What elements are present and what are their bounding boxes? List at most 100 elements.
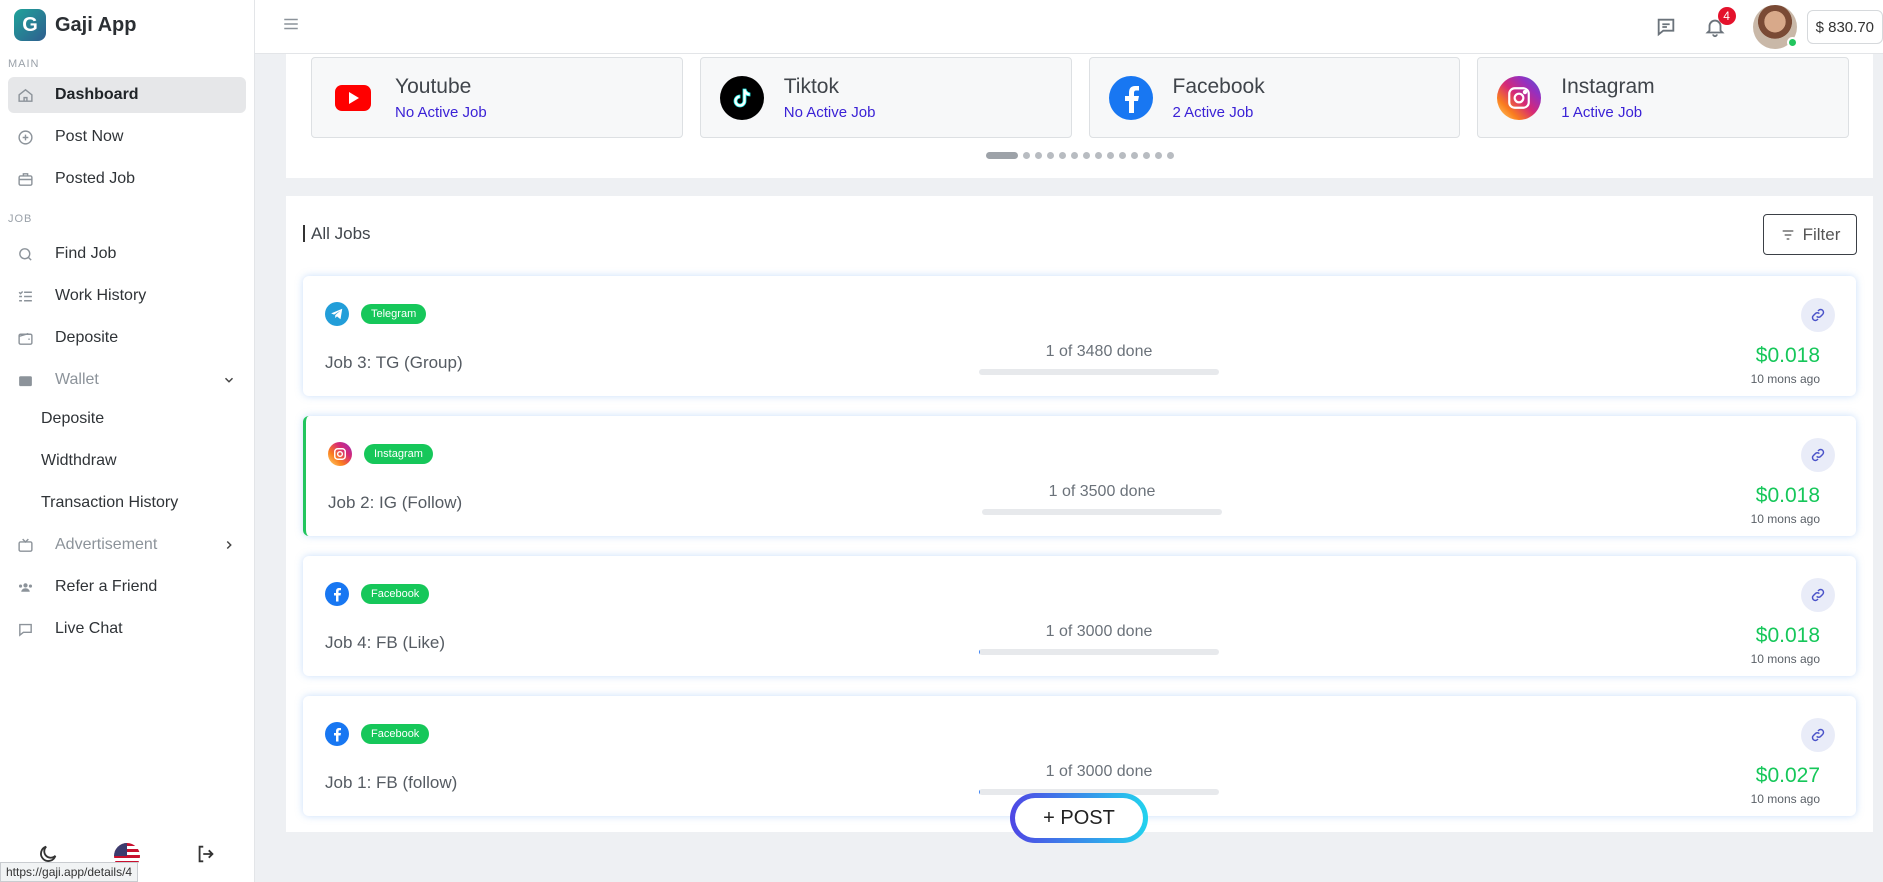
tv-icon — [16, 536, 34, 554]
job-timestamp: 10 mons ago — [1750, 652, 1820, 666]
carousel-dot[interactable] — [1071, 152, 1078, 159]
messages-icon[interactable] — [1655, 16, 1677, 38]
job-card[interactable]: Facebook Job 4: FB (Like) 1 of 3000 done… — [303, 556, 1856, 676]
job-title[interactable]: Job 2: IG (Follow) — [328, 493, 462, 513]
wallet-balance[interactable]: $ 830.70 — [1806, 10, 1883, 44]
job-price: $0.018 — [1755, 624, 1820, 647]
job-progress-text: 1 of 3000 done — [1045, 763, 1153, 780]
app-name: Gaji App — [55, 13, 137, 36]
sidebar-item-deposite[interactable]: Deposite — [8, 320, 246, 356]
sidebar-item-post-now[interactable]: Post Now — [8, 119, 246, 155]
job-card[interactable]: Instagram Job 2: IG (Follow) 1 of 3500 d… — [303, 416, 1856, 536]
carousel-dot[interactable] — [1059, 152, 1066, 159]
filter-label: Filter — [1802, 224, 1841, 244]
sidebar-subitem-deposite[interactable]: Deposite — [8, 401, 246, 437]
carousel-dot[interactable] — [1167, 152, 1174, 159]
telegram-icon — [325, 302, 349, 326]
app-logo-icon: G — [14, 9, 46, 41]
job-progress-bar — [982, 509, 1222, 515]
platform-status: No Active Job — [395, 103, 487, 121]
platform-card-tiktok[interactable]: Tiktok No Active Job — [699, 57, 1072, 138]
filter-button[interactable]: Filter — [1763, 214, 1857, 255]
section-title: All Jobs — [303, 225, 371, 242]
job-card[interactable]: Telegram Job 3: TG (Group) 1 of 3480 don… — [303, 276, 1856, 396]
status-url-tooltip: https://gaji.app/details/4 — [0, 862, 139, 882]
job-link-button[interactable] — [1801, 718, 1835, 752]
sidebar-item-wallet[interactable]: Wallet — [8, 362, 246, 398]
link-icon — [1811, 308, 1825, 322]
platform-card-facebook[interactable]: Facebook 2 Active Job — [1088, 57, 1461, 138]
sidebar-item-find-job[interactable]: Find Job — [8, 236, 246, 272]
job-progress-bar — [979, 369, 1219, 375]
sidebar-item-dashboard[interactable]: Dashboard — [8, 77, 246, 113]
platform-tag: Telegram — [361, 304, 427, 324]
platform-name: Youtube — [395, 74, 472, 98]
sidebar-item-work-history[interactable]: Work History — [8, 278, 246, 314]
carousel-dot[interactable] — [986, 152, 1018, 159]
job-progress-bar — [979, 649, 1219, 655]
sidebar-item-advertisement[interactable]: Advertisement — [8, 527, 246, 563]
carousel-dot[interactable] — [1035, 152, 1042, 159]
carousel-dot[interactable] — [1119, 152, 1126, 159]
instagram-icon — [328, 442, 352, 466]
carousel-dot[interactable] — [1155, 152, 1162, 159]
platform-status: 2 Active Job — [1172, 103, 1254, 121]
carousel-dot[interactable] — [1095, 152, 1102, 159]
sidebar-item-label: Deposite — [55, 329, 119, 346]
notifications-bell-icon[interactable]: 4 — [1704, 7, 1736, 38]
job-progress-text: 1 of 3500 done — [1048, 483, 1156, 500]
job-progress-text: 1 of 3480 done — [1045, 343, 1153, 360]
sidebar-item-label: Dashboard — [55, 86, 139, 103]
job-price: $0.027 — [1755, 764, 1820, 787]
search-icon — [16, 245, 34, 263]
platform-card-youtube[interactable]: Youtube No Active Job — [311, 57, 683, 138]
job-price: $0.018 — [1755, 344, 1820, 367]
carousel-dot[interactable] — [1131, 152, 1138, 159]
carousel-dot[interactable] — [1023, 152, 1030, 159]
filter-icon — [1782, 229, 1793, 240]
platform-tag: Instagram — [364, 444, 433, 464]
platform-name: Instagram — [1561, 74, 1655, 98]
briefcase-icon — [16, 170, 34, 188]
logout-icon[interactable] — [195, 843, 217, 870]
list-check-icon — [16, 287, 34, 305]
chat-icon — [16, 620, 34, 638]
sidebar-item-refer-a-friend[interactable]: Refer a Friend — [8, 569, 246, 605]
sidebar-item-live-chat[interactable]: Live Chat — [8, 611, 246, 647]
topbar: 4 $ 830.70 — [255, 0, 1883, 54]
job-timestamp: 10 mons ago — [1750, 792, 1820, 806]
carousel-dot[interactable] — [1047, 152, 1054, 159]
carousel-dot[interactable] — [1107, 152, 1114, 159]
job-link-button[interactable] — [1801, 298, 1835, 332]
sidebar-subitem-widthdraw[interactable]: Widthdraw — [8, 443, 246, 479]
online-status-dot — [1786, 37, 1798, 48]
user-avatar[interactable] — [1752, 5, 1798, 49]
facebook-icon — [1108, 75, 1153, 120]
sidebar-item-label: Live Chat — [55, 620, 123, 637]
job-link-button[interactable] — [1801, 578, 1835, 612]
section-label-main: MAIN — [8, 58, 40, 70]
brand[interactable]: G Gaji App — [0, 0, 254, 50]
all-jobs-panel: All Jobs Filter Telegram Job 3: TG (Grou… — [286, 196, 1873, 832]
carousel-dot[interactable] — [1143, 152, 1150, 159]
platform-tag: Facebook — [361, 584, 430, 604]
job-link-button[interactable] — [1801, 438, 1835, 472]
chevron-down-icon — [222, 373, 236, 387]
job-title[interactable]: Job 3: TG (Group) — [325, 353, 463, 373]
sidebar-item-label: Posted Job — [55, 170, 136, 187]
post-button[interactable]: + POST — [1010, 793, 1148, 843]
hamburger-menu-icon[interactable] — [282, 15, 300, 38]
job-title[interactable]: Job 4: FB (Like) — [325, 633, 445, 653]
sidebar-item-posted-job[interactable]: Posted Job — [8, 161, 246, 197]
platform-card-instagram[interactable]: Instagram 1 Active Job — [1477, 57, 1849, 138]
job-price: $0.018 — [1755, 484, 1820, 507]
wallet-icon — [16, 329, 34, 347]
job-timestamp: 10 mons ago — [1750, 512, 1820, 526]
carousel-pagination — [287, 152, 1873, 159]
carousel-dot[interactable] — [1083, 152, 1090, 159]
job-title[interactable]: Job 1: FB (follow) — [325, 773, 457, 793]
tiktok-icon — [719, 75, 764, 120]
youtube-icon — [331, 76, 375, 120]
sidebar-subitem-transaction-history[interactable]: Transaction History — [8, 485, 246, 521]
home-icon — [16, 86, 34, 104]
